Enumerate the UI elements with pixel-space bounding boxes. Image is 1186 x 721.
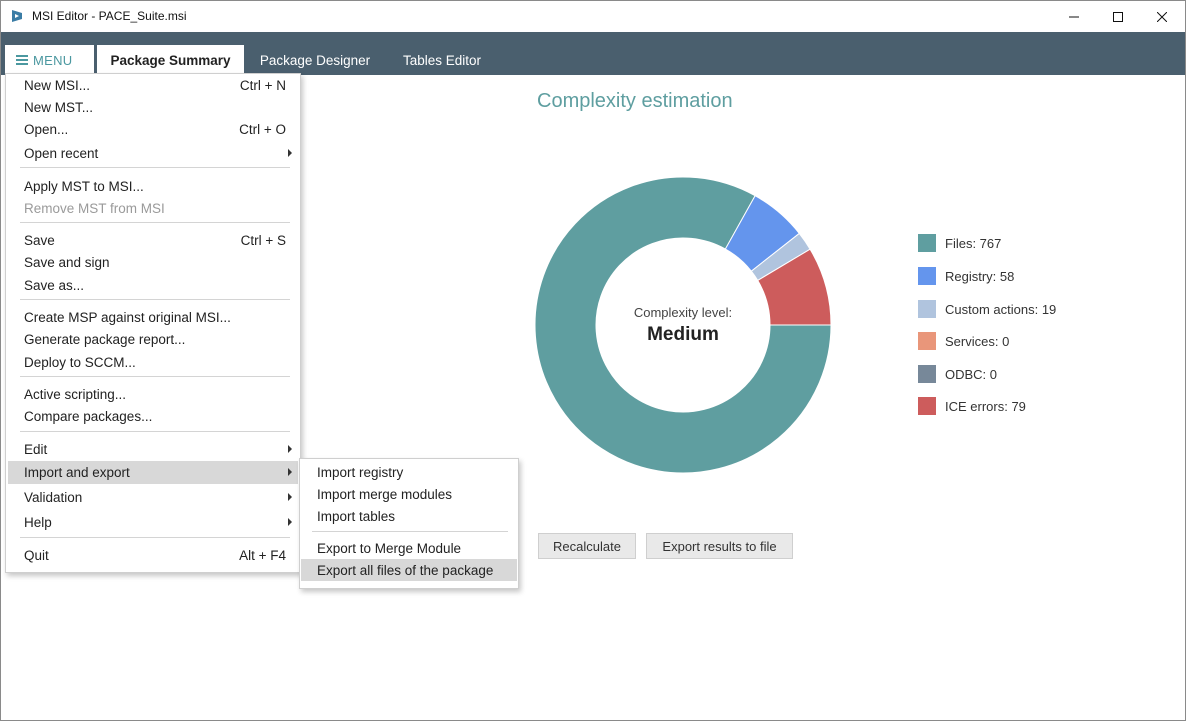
- menu-item-edit[interactable]: Edit: [8, 438, 298, 461]
- submenu-arrow-icon: [288, 149, 292, 157]
- legend-swatch: [918, 267, 936, 285]
- menu-item-save[interactable]: Save Ctrl + S: [8, 229, 298, 252]
- close-button[interactable]: [1139, 1, 1185, 32]
- shortcut-label: Ctrl + N: [239, 78, 286, 93]
- submenu-separator: [312, 531, 508, 532]
- shortcut-label: Alt + F4: [239, 548, 286, 563]
- legend-swatch: [918, 332, 936, 350]
- app-logo-icon: [12, 10, 22, 22]
- hamburger-icon: [16, 55, 28, 65]
- complexity-level-value: Medium: [647, 324, 719, 345]
- minimize-icon: [1069, 16, 1079, 17]
- menu-item-generate-report[interactable]: Generate package report...: [8, 328, 298, 351]
- menu-item-compare-packages[interactable]: Compare packages...: [8, 405, 298, 428]
- submenu-item-export-merge-module[interactable]: Export to Merge Module: [301, 537, 517, 559]
- complexity-title: Complexity estimation: [537, 90, 733, 112]
- legend-item-ice-errors: ICE errors: 79: [918, 397, 1026, 415]
- menu-item-deploy-sccm[interactable]: Deploy to SCCM...: [8, 351, 298, 374]
- submenu-arrow-icon: [288, 493, 292, 501]
- title-bar: MSI Editor - PACE_Suite.msi: [1, 1, 1185, 32]
- tab-bar: MENU Package Summary Package Designer Ta…: [1, 32, 1185, 75]
- menu-item-save-as[interactable]: Save as...: [8, 274, 298, 297]
- submenu-arrow-icon: [288, 518, 292, 526]
- submenu-item-export-all-files[interactable]: Export all files of the package: [301, 559, 517, 581]
- close-icon: [1157, 11, 1167, 22]
- menu-item-open-recent[interactable]: Open recent: [8, 142, 298, 165]
- tab-package-summary[interactable]: Package Summary: [97, 45, 244, 75]
- menu-item-remove-mst: Remove MST from MSI: [24, 201, 165, 216]
- complexity-level-label: Complexity level:: [633, 305, 733, 320]
- menu-button-label: MENU: [33, 52, 73, 68]
- menu-item-open[interactable]: Open... Ctrl + O: [8, 118, 298, 141]
- submenu-arrow-icon: [288, 468, 292, 476]
- shortcut-label: Ctrl + O: [239, 122, 286, 137]
- legend-item-registry: Registry: 58: [918, 267, 1014, 285]
- legend-swatch: [918, 300, 936, 318]
- maximize-button[interactable]: [1095, 1, 1141, 32]
- minimize-button[interactable]: [1051, 1, 1097, 32]
- shortcut-label: Ctrl + S: [240, 233, 286, 248]
- menu-item-new-mst[interactable]: New MST...: [8, 96, 298, 119]
- import-export-submenu: Import registry Import merge modules Imp…: [299, 458, 519, 589]
- menu-separator: [20, 537, 290, 538]
- legend-swatch: [918, 365, 936, 383]
- menu-item-quit[interactable]: Quit Alt + F4: [8, 544, 298, 567]
- menu-separator: [20, 299, 290, 300]
- menu-item-help[interactable]: Help: [8, 511, 298, 534]
- legend-swatch: [918, 234, 936, 252]
- menu-item-apply-mst[interactable]: Apply MST to MSI...: [8, 175, 298, 198]
- legend-swatch: [918, 397, 936, 415]
- menu-separator: [20, 222, 290, 223]
- menu-item-active-scripting[interactable]: Active scripting...: [8, 383, 298, 406]
- tab-tables-editor[interactable]: Tables Editor: [393, 45, 491, 75]
- menu-item-validation[interactable]: Validation: [8, 486, 298, 509]
- window-title: MSI Editor - PACE_Suite.msi: [32, 9, 187, 23]
- menu-item-import-export[interactable]: Import and export: [8, 461, 298, 484]
- export-results-button[interactable]: Export results to file: [646, 533, 793, 559]
- submenu-item-import-merge-modules[interactable]: Import merge modules: [301, 483, 517, 505]
- menu-separator: [20, 431, 290, 432]
- menu-separator: [20, 376, 290, 377]
- menu-item-save-and-sign[interactable]: Save and sign: [8, 251, 298, 274]
- recalculate-button[interactable]: Recalculate: [538, 533, 636, 559]
- tab-package-designer[interactable]: Package Designer: [252, 45, 378, 75]
- menu-button[interactable]: MENU: [5, 45, 94, 75]
- legend-item-custom-actions: Custom actions: 19: [918, 300, 1056, 318]
- menu-item-create-msp[interactable]: Create MSP against original MSI...: [8, 306, 298, 329]
- maximize-icon: [1113, 11, 1123, 22]
- menu-item-new-msi[interactable]: New MSI... Ctrl + N: [8, 74, 298, 97]
- submenu-arrow-icon: [288, 445, 292, 453]
- legend-item-files: Files: 767: [918, 234, 1001, 252]
- legend-item-services: Services: 0: [918, 332, 1009, 350]
- submenu-item-import-tables[interactable]: Import tables: [301, 505, 517, 527]
- main-menu-dropdown: New MSI... Ctrl + N New MST... Open... C…: [5, 73, 301, 573]
- legend-item-odbc: ODBC: 0: [918, 365, 997, 383]
- menu-separator: [20, 167, 290, 168]
- submenu-item-import-registry[interactable]: Import registry: [301, 461, 517, 483]
- app-window: MSI Editor - PACE_Suite.msi MENU Package…: [0, 0, 1186, 721]
